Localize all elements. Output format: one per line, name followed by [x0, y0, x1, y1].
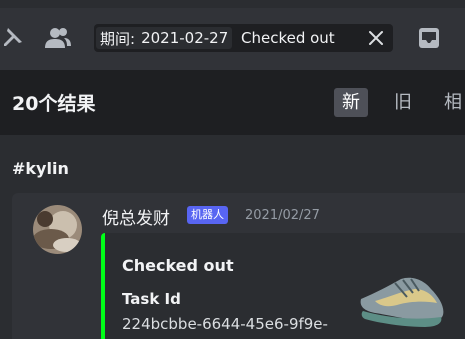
date-filter-chip[interactable]: 期间: 2021-02-27 [96, 27, 233, 49]
search-box[interactable]: 期间: 2021-02-27 Checked out [94, 24, 393, 52]
channel-name[interactable]: #kylin [12, 159, 69, 178]
results-count: 20个结果 [12, 93, 96, 115]
toolbar-top-strip [0, 0, 465, 8]
channel-toolbar: 期间: 2021-02-27 Checked out [0, 0, 465, 70]
embed-field-value: 224bcbbe-6644-45e6-9f9e- [122, 315, 328, 333]
filter-key: 期间: [100, 29, 136, 48]
sort-relevant-tab[interactable]: 相 [436, 88, 465, 117]
avatar[interactable] [33, 205, 82, 254]
message-author[interactable]: 倪总发财 [102, 204, 170, 229]
search-result-message[interactable]: 倪总发财 机器人 2021/02/27 Checked out Task Id … [12, 193, 465, 339]
message-timestamp: 2021/02/27 [245, 208, 320, 223]
search-results-header: 20个结果 新 旧 相 [0, 70, 465, 135]
embed: Checked out Task Id 224bcbbe-6644-45e6-9… [101, 233, 465, 339]
sort-newest-tab[interactable]: 新 [334, 88, 368, 117]
pin-icon[interactable] [0, 26, 24, 50]
sneaker-thumbnail[interactable] [355, 271, 447, 331]
inbox-icon[interactable] [416, 25, 442, 51]
filter-value: 2021-02-27 [141, 29, 229, 47]
search-query[interactable]: Checked out [241, 27, 335, 49]
embed-field-name: Task Id [122, 290, 181, 308]
bot-badge: 机器人 [187, 206, 228, 224]
embed-title: Checked out [122, 256, 234, 275]
sort-oldest-tab[interactable]: 旧 [386, 88, 420, 117]
clear-search-icon[interactable] [366, 28, 386, 48]
members-icon[interactable] [44, 26, 72, 50]
